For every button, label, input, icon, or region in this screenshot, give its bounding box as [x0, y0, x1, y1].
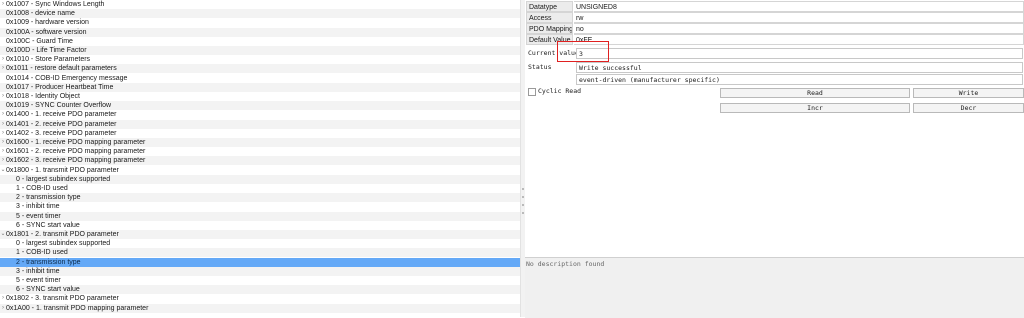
tree-item-label: 0x100D - Life Time Factor — [6, 47, 87, 54]
tree-item-label: 1 - COB-ID used — [16, 249, 68, 257]
tree-subindex-item[interactable]: 5 - event timer — [0, 211, 520, 221]
decr-button[interactable]: Decr — [913, 103, 1024, 113]
tree-item-label: 0x1009 - hardware version — [6, 19, 89, 27]
cyclic-read-checkbox[interactable] — [528, 88, 536, 96]
pdo-mapping-value: no — [574, 23, 1024, 34]
read-button[interactable]: Read — [720, 88, 910, 98]
tree-object-item[interactable]: › 0x1401 - 2. receive PDO parameter — [0, 119, 520, 129]
tree-item-label: 5 - event timer — [16, 277, 61, 284]
tree-item-label: 0x100C - Guard Time — [6, 37, 73, 45]
tree-item-label: 0x1011 - restore default parameters — [6, 65, 117, 73]
tree-object-item[interactable]: 0x100C - Guard Time — [0, 37, 520, 46]
tree-item-label: 0x1402 - 3. receive PDO parameter — [6, 129, 117, 137]
tree-object-item[interactable]: › 0x1802 - 3. transmit PDO parameter — [0, 294, 520, 303]
tree-item-label: 0x1600 - 1. receive PDO mapping paramete… — [6, 139, 146, 146]
tree-item-label: 0x1802 - 3. transmit PDO parameter — [6, 295, 119, 303]
tree-subindex-item[interactable]: 2 - transmission type — [0, 193, 520, 203]
tree-item-label: 0x1401 - 2. receive PDO parameter — [6, 120, 117, 128]
tree-item-label: 3 - inhibit time — [16, 203, 60, 211]
tree-subindex-item[interactable]: 1 - COB-ID used — [0, 184, 520, 193]
incr-button[interactable]: Incr — [720, 103, 910, 113]
tree-item-label: 0 - largest subindex supported — [16, 240, 111, 248]
tree-item-label: 0x1007 - Sync Windows Length — [6, 1, 105, 8]
tree-item-label: 0x1014 - COB-ID Emergency message — [6, 74, 128, 82]
datatype-key: Datatype — [526, 1, 573, 12]
splitter-grip — [522, 188, 524, 190]
object-dictionary-tree[interactable]: › 0x1007 - Sync Windows Length 0x1008 - de… — [0, 0, 520, 317]
tree-subindex-item[interactable]: 0 - largest subindex supported — [0, 239, 520, 248]
splitter-grip — [522, 212, 524, 214]
tree-subindex-item[interactable]: 6 - SYNC start value — [0, 285, 520, 295]
tree-item-label: 0x1010 - Store Parameters — [6, 56, 91, 64]
tree-object-item[interactable]: › 0x1010 - Store Parameters — [0, 55, 520, 64]
tree-subindex-item[interactable]: 0 - largest subindex supported — [0, 174, 520, 184]
cyclic-read-label: Cyclic Read — [538, 87, 582, 95]
tree-item-label: 0x1400 - 1. receive PDO parameter — [6, 111, 117, 119]
tree-item-label: 0 - largest subindex supported — [16, 175, 111, 183]
tree-item-label: 6 - SYNC start value — [16, 221, 80, 229]
tree-object-item[interactable]: ⌄ 0x1801 - 2. transmit PDO parameter — [0, 230, 520, 239]
tree-object-item[interactable]: › 0x1007 - Sync Windows Length — [0, 0, 520, 9]
tree-subindex-item[interactable]: 2 - transmission type — [0, 257, 520, 267]
tree-item-label: 0x1A00 - 1. transmit PDO mapping paramet… — [6, 304, 149, 312]
tree-item-label: 1 - COB-ID used — [16, 185, 68, 192]
tree-item-label: 0x1800 - 1. transmit PDO parameter — [6, 166, 119, 174]
tree-item-label: 0x1008 - device name — [6, 10, 75, 18]
tree-object-item[interactable]: 0x1009 - hardware version — [0, 18, 520, 27]
splitter-grip — [522, 196, 524, 198]
tree-item-label: 0x1801 - 2. transmit PDO parameter — [6, 231, 119, 238]
tree-item-label: 0x1019 - SYNC Counter Overflow — [6, 102, 112, 110]
tree-item-label: 0x1018 - Identity Object — [6, 93, 80, 100]
tree-subindex-item[interactable]: 5 - event timer — [0, 276, 520, 285]
tree-item-label: 6 - SYNC start value — [16, 286, 80, 294]
tree-item-label: 0x1601 - 2. receive PDO mapping paramete… — [6, 148, 146, 156]
tree-object-item[interactable]: › 0x1600 - 1. receive PDO mapping paramet… — [0, 138, 520, 147]
tree-object-item[interactable]: 0x1017 - Producer Heartbeat Time — [0, 82, 520, 92]
tree-item-label: 0x1602 - 3. receive PDO mapping paramete… — [6, 157, 146, 165]
description-pane: No description found — [525, 257, 1024, 318]
tree-object-item[interactable]: › 0x1602 - 3. receive PDO mapping paramet… — [0, 156, 520, 166]
tree-object-item[interactable]: 0x100D - Life Time Factor — [0, 46, 520, 55]
tree-item-label: 5 - event timer — [16, 212, 61, 220]
tree-object-item[interactable]: › 0x1018 - Identity Object — [0, 92, 520, 101]
description-text: No description found — [526, 260, 605, 268]
tree-object-item[interactable]: 0x1008 - device name — [0, 9, 520, 19]
tree-item-label: 2 - transmission type — [16, 194, 81, 202]
default-value-value: 0xFE — [574, 34, 1024, 45]
tree-item-label: 0x100A - software version — [6, 28, 87, 36]
write-button[interactable]: Write — [913, 88, 1024, 98]
tree-subindex-item[interactable]: 6 - SYNC start value — [0, 221, 520, 230]
tree-object-item[interactable]: 0x100A - software version — [0, 27, 520, 37]
annotation-highlight-box — [557, 41, 609, 62]
tree-object-item[interactable]: ⌄ 0x1800 - 1. transmit PDO parameter — [0, 166, 520, 175]
tree-object-item[interactable]: 0x1014 - COB-ID Emergency message — [0, 74, 520, 83]
access-key: Access — [526, 12, 573, 23]
tree-subindex-item[interactable]: 1 - COB-ID used — [0, 248, 520, 258]
splitter-grip — [522, 204, 524, 206]
pdo-mapping-key: PDO Mapping — [526, 23, 573, 34]
tree-item-label: 0x1017 - Producer Heartbeat Time — [6, 83, 114, 91]
tree-object-item[interactable]: › 0x1011 - restore default parameters — [0, 64, 520, 74]
tree-object-item[interactable]: › 0x1402 - 3. receive PDO parameter — [0, 129, 520, 138]
tree-object-item[interactable]: › 0x1A00 - 1. transmit PDO mapping parame… — [0, 303, 520, 313]
tree-item-label: 2 - transmission type — [16, 258, 81, 266]
value-description: event-driven (manufacturer specific) — [576, 74, 1023, 85]
tree-object-item[interactable]: › 0x1601 - 2. receive PDO mapping paramet… — [0, 147, 520, 156]
tree-item-label: 3 - inhibit time — [16, 267, 60, 275]
tree-object-item[interactable]: 0x1019 - SYNC Counter Overflow — [0, 101, 520, 111]
tree-subindex-item[interactable]: 3 - inhibit time — [0, 266, 520, 276]
tree-object-item[interactable]: › 0x1400 - 1. receive PDO parameter — [0, 110, 520, 119]
datatype-value: UNSIGNED8 — [574, 1, 1024, 12]
status-label: Status — [528, 63, 552, 71]
status-message: Write successful — [576, 62, 1023, 73]
tree-subindex-item[interactable]: 3 - inhibit time — [0, 202, 520, 211]
current-value-input[interactable]: 3 — [576, 48, 1023, 59]
access-value: rw — [574, 12, 1024, 23]
